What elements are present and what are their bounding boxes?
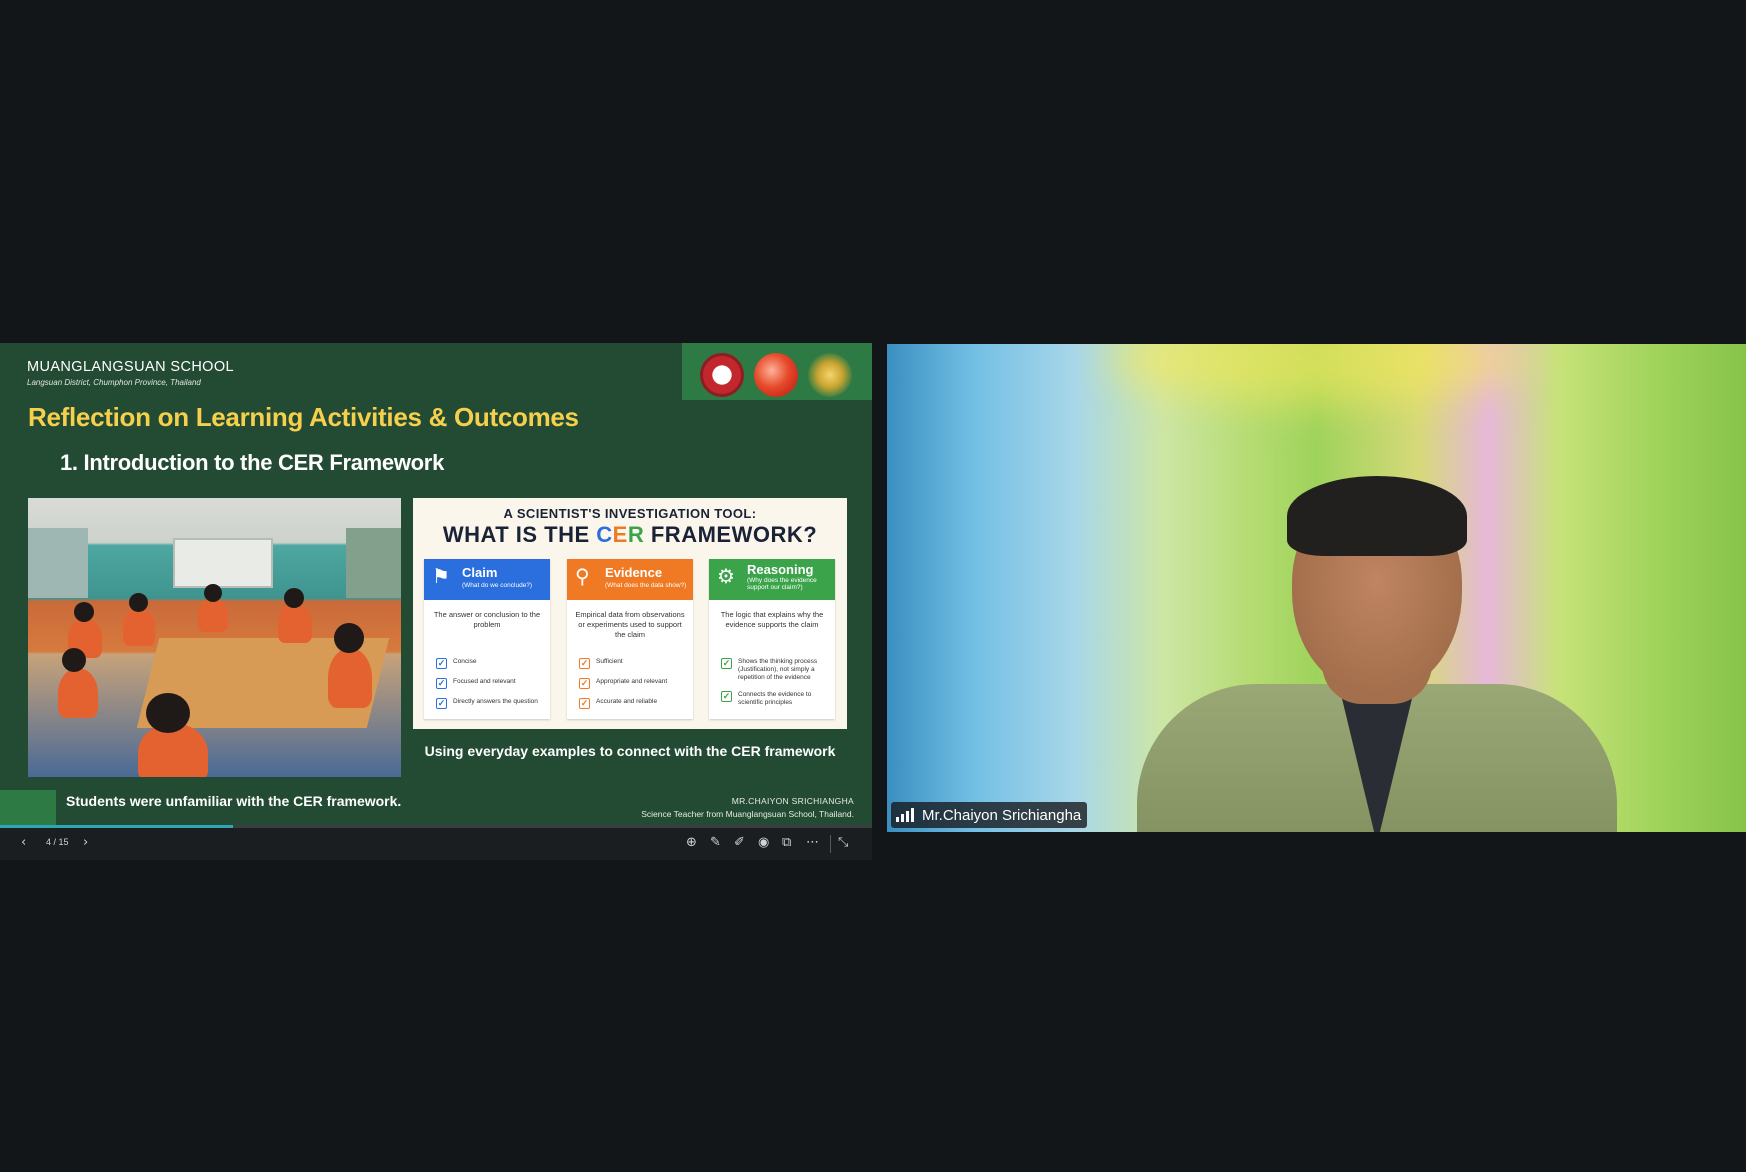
meeting-stage: MUANGLANGSUAN SCHOOL Langsuan District, … [0, 0, 1746, 1172]
participant-video-tile[interactable]: Mr.Chaiyon Srichiangha [887, 344, 1746, 832]
checkbox-icon: ✓ [436, 678, 447, 689]
school-emblem-logo [700, 353, 744, 397]
footer-text: Students were unfamiliar with the CER fr… [66, 793, 402, 809]
checkbox-icon: ✓ [436, 658, 447, 669]
participant-video-feed [1117, 476, 1637, 832]
school-location: Langsuan District, Chumphon Province, Th… [27, 378, 201, 387]
checkbox-icon: ✓ [721, 691, 732, 702]
zoom-icon[interactable]: ⊕ [686, 835, 697, 851]
participant-name-tag: Mr.Chaiyon Srichiangha [891, 802, 1088, 828]
presentation-slide: MUANGLANGSUAN SCHOOL Langsuan District, … [0, 343, 872, 825]
cer-heading: WHAT IS THE CER FRAMEWORK? [442, 522, 818, 547]
cer-kicker: A SCIENTIST'S INVESTIGATION TOOL: [503, 506, 757, 521]
participant-name: Mr.Chaiyon Srichiangha [922, 806, 1082, 824]
cer-caption: Using everyday examples to connect with … [424, 743, 836, 759]
checkbox-icon: ✓ [579, 678, 590, 689]
broadcast-icon[interactable]: ◉ [758, 835, 769, 851]
footer-accent-block [0, 790, 56, 825]
cer-claim-column: ⚑ Claim (What do we conclude?) The answe… [424, 559, 550, 719]
cer-infographic: A SCIENTIST'S INVESTIGATION TOOL: WHAT I… [413, 498, 847, 729]
page-indicator: 4 / 15 [46, 837, 69, 847]
slide-subtitle: 1. Introduction to the CER Framework [60, 450, 445, 475]
magnifier-icon: ⚲ [575, 566, 590, 588]
exit-fullscreen-icon[interactable]: ⤡ [838, 835, 848, 851]
logo-strip [682, 343, 872, 400]
signal-strength-icon [896, 808, 916, 822]
presenter-credit: MR.CHAIYON SRICHIANGHA Science Teacher f… [641, 796, 854, 819]
classroom-photo [28, 498, 401, 777]
slide-title: Reflection on Learning Activities & Outc… [28, 402, 579, 432]
chevron-left-icon[interactable]: ‹ [21, 835, 26, 851]
pen-icon[interactable]: ✐ [734, 835, 745, 851]
partner-logo [754, 353, 798, 397]
school-name: MUANGLANGSUAN SCHOOL [27, 359, 235, 375]
cer-evidence-column: ⚲ Evidence (What does the data show?) Em… [567, 559, 693, 719]
shared-screen-panel: MUANGLANGSUAN SCHOOL Langsuan District, … [0, 343, 872, 860]
checkbox-icon: ✓ [579, 658, 590, 669]
toolbar-divider [830, 835, 831, 853]
flag-icon: ⚑ [432, 566, 450, 588]
screens-icon[interactable]: ⧉ [782, 835, 791, 851]
more-icon[interactable]: ⋯ [806, 835, 819, 851]
checkbox-icon: ✓ [721, 658, 732, 669]
chevron-right-icon[interactable]: › [83, 835, 88, 851]
checkbox-icon: ✓ [436, 698, 447, 709]
laser-pointer-icon[interactable]: ✎ [710, 835, 721, 851]
cer-reasoning-column: ⚙ Reasoning (Why does the evidence suppo… [709, 559, 835, 719]
presentation-controls: ‹ 4 / 15 › ⊕ ✎ ✐ ◉ ⧉ ⋯ ⤡ [0, 828, 872, 860]
gears-icon: ⚙ [717, 566, 735, 588]
province-seal-logo [808, 353, 852, 397]
checkbox-icon: ✓ [579, 698, 590, 709]
